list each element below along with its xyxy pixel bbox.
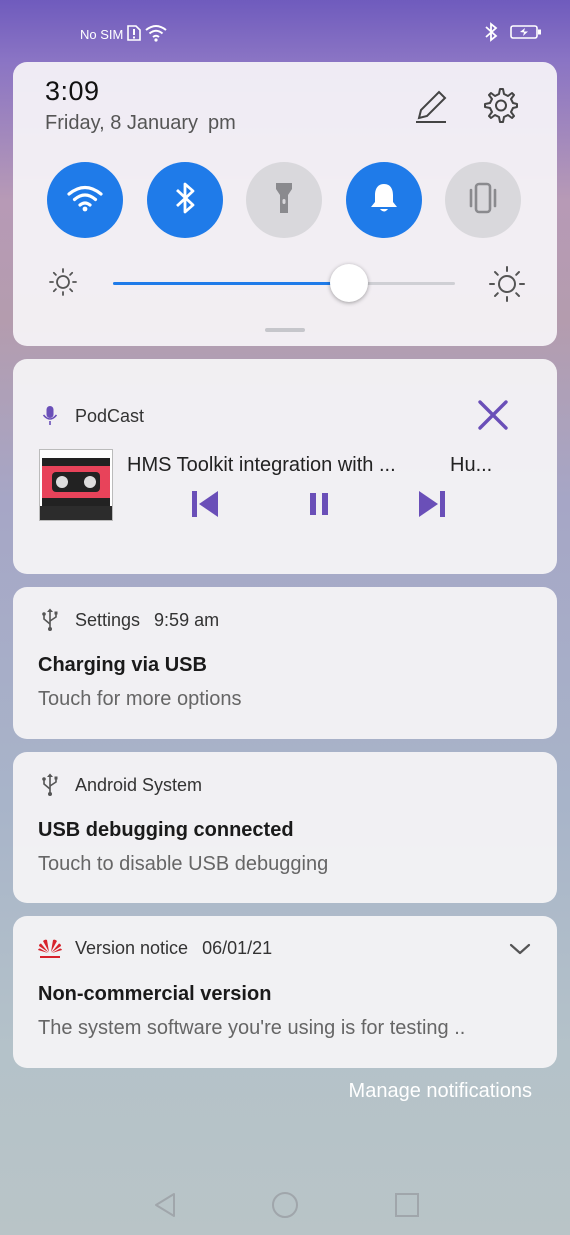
huawei-logo-icon bbox=[37, 935, 63, 961]
brightness-low-icon bbox=[49, 268, 77, 301]
notification-header: Settings 9:59 am bbox=[37, 607, 219, 633]
media-artist: Hu... bbox=[450, 454, 493, 476]
notification-card[interactable]: Settings 9:59 am Charging via USB Touch … bbox=[13, 587, 557, 739]
edit-pencil-icon[interactable] bbox=[413, 88, 449, 124]
back-icon[interactable] bbox=[150, 1190, 180, 1220]
vibration-toggle[interactable] bbox=[445, 162, 521, 238]
wifi-toggle[interactable] bbox=[47, 162, 123, 238]
notification-title: USB debugging connected bbox=[38, 819, 294, 841]
vibrate-icon bbox=[465, 181, 501, 220]
notification-header: Version notice 06/01/21 bbox=[37, 935, 272, 961]
bluetooth-status-icon bbox=[484, 22, 498, 47]
flashlight-icon bbox=[274, 181, 294, 220]
bluetooth-icon bbox=[173, 181, 197, 220]
notification-body: Touch to disable USB debugging bbox=[38, 853, 329, 875]
clock-time[interactable]: 3:09 bbox=[45, 76, 100, 107]
album-art-image bbox=[39, 449, 113, 521]
next-track-icon[interactable] bbox=[415, 487, 449, 521]
recents-icon[interactable] bbox=[392, 1190, 422, 1220]
date-label: Friday, 8 January bbox=[45, 112, 199, 134]
quick-settings-panel: 3:09 Friday, 8 January pm bbox=[13, 62, 557, 346]
notification-title: Non-commercial version bbox=[38, 983, 272, 1005]
notification-card[interactable]: Android System USB debugging connected T… bbox=[13, 752, 557, 903]
bell-icon bbox=[368, 181, 400, 220]
expand-chevron-icon[interactable] bbox=[507, 936, 533, 962]
clock-date: Friday, 8 January pm bbox=[45, 112, 236, 135]
brightness-fill bbox=[113, 282, 349, 285]
status-left: No SIM bbox=[80, 24, 167, 45]
pause-icon[interactable] bbox=[302, 487, 336, 521]
brightness-high-icon bbox=[489, 266, 525, 307]
notification-header: Android System bbox=[37, 772, 202, 798]
brightness-thumb[interactable] bbox=[330, 264, 368, 302]
media-header: PodCast bbox=[37, 403, 144, 429]
notification-app-name: Version notice bbox=[75, 937, 189, 958]
wifi-icon bbox=[67, 184, 103, 217]
notification-title: Charging via USB bbox=[38, 654, 207, 676]
usb-icon bbox=[37, 772, 63, 798]
microphone-icon bbox=[37, 403, 63, 429]
notification-body: Touch for more options bbox=[38, 688, 242, 710]
home-icon[interactable] bbox=[270, 1190, 300, 1220]
sound-toggle[interactable] bbox=[346, 162, 422, 238]
flashlight-toggle[interactable] bbox=[246, 162, 322, 238]
notification-time: 06/01/21 bbox=[202, 937, 273, 958]
close-icon[interactable] bbox=[475, 397, 511, 433]
navigation-bar bbox=[0, 1180, 570, 1235]
notification-time: 9:59 am bbox=[154, 609, 220, 630]
status-bar: No SIM bbox=[0, 0, 570, 62]
usb-icon bbox=[37, 607, 63, 633]
panel-drag-handle[interactable] bbox=[265, 328, 305, 332]
wifi-status-icon bbox=[145, 24, 167, 45]
settings-gear-icon[interactable] bbox=[481, 86, 519, 124]
status-right bbox=[484, 22, 542, 47]
notification-body: The system software you're using is for … bbox=[38, 1017, 466, 1039]
previous-track-icon[interactable] bbox=[188, 487, 222, 521]
manage-notifications-button[interactable]: Manage notifications bbox=[349, 1080, 532, 1103]
brightness-slider[interactable] bbox=[43, 262, 533, 306]
media-notification-card[interactable]: PodCast HMS Toolkit integration with ...… bbox=[13, 359, 557, 574]
bluetooth-toggle[interactable] bbox=[147, 162, 223, 238]
notification-app-name: Settings bbox=[75, 609, 141, 630]
notification-app-name: Android System bbox=[75, 774, 203, 795]
brightness-track[interactable] bbox=[113, 282, 455, 285]
media-track-title: HMS Toolkit integration with ... bbox=[127, 454, 396, 476]
sim-alert-icon bbox=[127, 25, 142, 44]
ampm-label: pm bbox=[208, 112, 236, 134]
carrier-label: No SIM bbox=[80, 27, 124, 42]
media-app-name: PodCast bbox=[75, 405, 145, 426]
notification-card[interactable]: Version notice 06/01/21 Non-commercial v… bbox=[13, 916, 557, 1068]
battery-charging-icon bbox=[510, 24, 542, 45]
